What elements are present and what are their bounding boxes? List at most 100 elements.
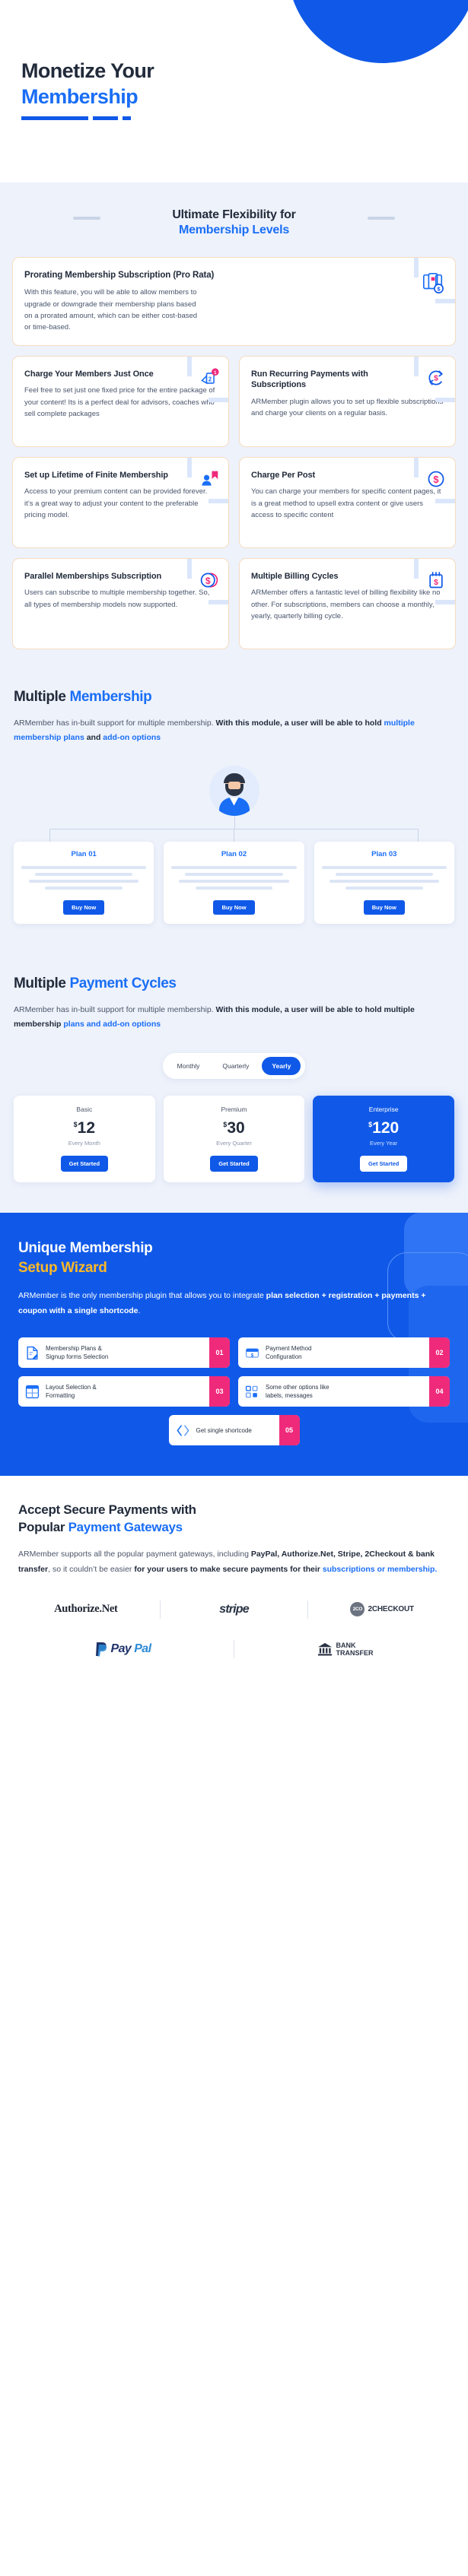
card-text: ARMember plugin allows you to set up fle… [251,397,444,418]
get-started-button[interactable]: Get Started [359,1156,408,1172]
infographic-page: Monetize Your Membership Ultimate Flexib… [0,0,468,1691]
step-body: $ Payment Method Configuration [238,1337,429,1368]
wizard-para-tail: . [138,1306,141,1316]
wizard-step-05[interactable]: Get single shortcode 05 [168,1415,300,1446]
svg-text:$: $ [251,1353,254,1358]
connector-drop-3 [418,828,419,842]
feature-cards-grid: 2 1 Charge Your Members Just Once Feel f… [12,355,456,649]
step-label: Get single shortcode [196,1426,252,1434]
toggle-option-quarterly[interactable]: Quarterly [212,1057,259,1075]
wizard-paragraph: ARMember is the only membership plugin t… [0,1289,468,1319]
plan-placeholder-lines [21,865,147,890]
feature-card-charge-once: 2 1 Charge Your Members Just Once Feel f… [12,355,229,447]
plan-card[interactable]: Plan 01 Buy Now [14,841,154,924]
connector-drop-1 [49,828,50,842]
toggle-option-monthly[interactable]: Monthly [167,1057,210,1075]
plan-name: Enterprise [368,1106,399,1114]
corner-accent-top [187,356,192,376]
gateway-logos-row-2: Pay Pal BANK TRANSFER [0,1636,468,1662]
step-label: Some other options like labels, messages [266,1384,330,1400]
bank-transfer-logo: BANK TRANSFER [317,1642,374,1658]
plan-period: Every Year [370,1140,398,1147]
gateways-paragraph: ARMember supports all the popular paymen… [0,1547,468,1577]
line [21,865,147,869]
mm-heading: Multiple Membership [14,689,454,706]
corner-accent-right [435,299,455,303]
wizard-step-02[interactable]: $ Payment Method Configuration 02 [238,1337,450,1369]
double-coin-dollar-icon: $ [199,570,219,590]
authorize-net-wordmark: Authorize.Net [54,1603,118,1616]
mm-heading-row: Multiple Membership [0,689,468,706]
payment-gateways-section: Accept Secure Payments with Popular Paym… [0,1476,468,1691]
amount-value: 12 [77,1119,96,1137]
wizard-heading-line1: Unique Membership [18,1240,153,1257]
wizard-final-step-container: Get single shortcode 05 [0,1415,468,1446]
step-number: 04 [429,1376,450,1407]
pricing-card-basic[interactable]: Basic $12 Every Month Get Started [14,1096,155,1183]
card-title: Prorating Membership Subscription (Pro R… [24,271,215,280]
heading-dash-right [368,217,395,220]
step-number: 01 [209,1337,230,1369]
buy-now-button[interactable]: Buy Now [363,899,405,915]
corner-accent-top [414,258,419,278]
mm-para-bold2: and [84,733,103,743]
step-number: 03 [209,1376,230,1407]
hero-title-line1: Monetize Your [21,59,154,82]
step-number: 02 [429,1337,450,1369]
gateways-heading-line2-blue: Payment Gateways [68,1520,183,1535]
card-dollar-icon: $ [245,1346,259,1360]
bank-transfer-text: BANK TRANSFER [336,1642,374,1658]
card-text: You can charge your members for specific… [251,487,441,519]
pricing-card-premium[interactable]: Premium $30 Every Quarter Get Started [163,1096,305,1183]
svg-text:$: $ [434,374,438,382]
plan-title: Plan 02 [221,849,247,858]
feature-card-recurring: $ Run Recurring Payments with Subscripti… [239,355,456,447]
gw-para-normal2: , so it couldn’t be easier [48,1564,135,1574]
corner-accent-top [414,356,419,376]
get-started-button[interactable]: Get Started [210,1156,258,1172]
hero-content: Monetize Your Membership [0,0,468,120]
feature-card-parallel: $ Parallel Memberships Subscription User… [12,557,229,649]
step-body: Layout Selection & Formatting [18,1376,209,1407]
get-started-button[interactable]: Get Started [60,1156,109,1172]
line [171,865,297,869]
line [335,872,433,876]
wizard-step-03[interactable]: Layout Selection & Formatting 03 [18,1376,230,1407]
wizard-step-01[interactable]: Membership Plans & Signup forms Selectio… [18,1337,230,1369]
pc-paragraph: ARMember has in-built support for multip… [0,1003,468,1033]
corner-accent-top [414,457,419,477]
gw-para-bold2: for your users to make secure payments f… [134,1564,323,1574]
plan-card[interactable]: Plan 03 Buy Now [314,841,454,924]
stripe-wordmark: stripe [219,1602,250,1616]
pricing-card-enterprise[interactable]: Enterprise $120 Every Year Get Started [313,1096,454,1183]
feature-card-charge-per-post: $ Charge Per Post You can charge your me… [239,456,456,548]
avatar-face [228,781,240,789]
paypal-wordmark-part1: Pay [110,1642,132,1655]
plan-placeholder-lines [171,865,297,890]
hero-section: Monetize Your Membership [0,0,468,182]
user-avatar [209,765,259,816]
plan-placeholder-lines [321,865,447,890]
plan-period: Every Month [68,1140,100,1147]
plan-card[interactable]: Plan 02 Buy Now [164,841,304,924]
pc-heading-plain: Multiple [14,975,70,991]
line [345,886,423,890]
corner-accent-right [435,599,455,604]
gw-para-normal1: ARMember supports all the popular paymen… [18,1550,251,1559]
corner-accent-top [187,558,192,579]
toggle-option-yearly[interactable]: Yearly [262,1057,301,1076]
buy-now-button[interactable]: Buy Now [213,899,255,915]
feature-card-billing-cycles: $ Multiple Billing Cycles ARMember offer… [239,557,456,649]
amount-value: 30 [227,1119,245,1137]
line [329,879,440,883]
calendar-dollar-icon: $ [426,570,446,590]
buy-now-button[interactable]: Buy Now [63,899,105,915]
tree-connectors [0,815,468,842]
payment-cycles-section: Multiple Payment Cycles ARMember has in-… [0,963,468,1213]
wizard-step-04[interactable]: Some other options like labels, messages… [238,1376,450,1407]
billing-cycle-toggle[interactable]: Monthly Quarterly Yearly [162,1053,306,1080]
pc-para-link: plans and add-on options [63,1019,161,1029]
svg-text:2: 2 [209,376,212,382]
logo-bank-transfer: BANK TRANSFER [234,1636,456,1662]
mm-heading-plain: Multiple [14,688,70,705]
